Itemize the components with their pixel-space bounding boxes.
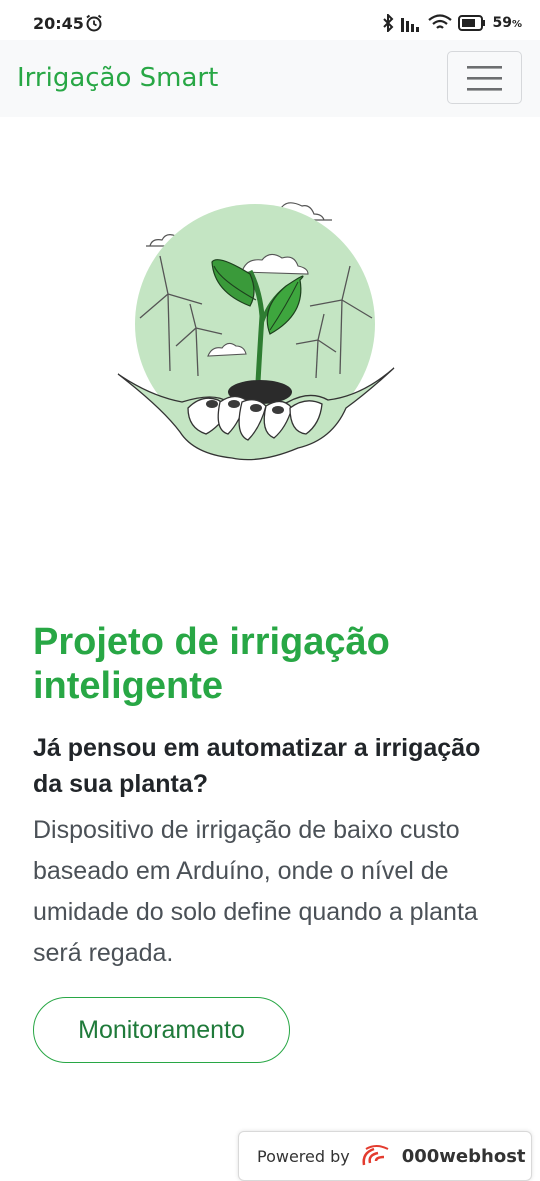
signal-icon (401, 18, 420, 32)
status-time: 20:45 (33, 14, 84, 33)
monitoramento-button[interactable]: Monitoramento (33, 997, 290, 1063)
powered-by-brand: 000webhost (401, 1145, 526, 1167)
navbar: Irrigação Smart (0, 40, 540, 117)
webhost-logo-icon (362, 1145, 389, 1166)
page-description: Dispositivo de irrigação de baixo custo … (33, 816, 478, 967)
alarm-icon (86, 14, 102, 32)
navbar-toggler-button[interactable] (447, 51, 522, 104)
battery-percent: 59% (492, 15, 522, 31)
hero-illustration (117, 202, 395, 461)
powered-by-badge[interactable]: Powered by 000webhost (238, 1131, 532, 1181)
navbar-brand[interactable]: Irrigação Smart (17, 63, 218, 93)
status-icons: 59% (382, 12, 522, 34)
powered-by-label: Powered by (257, 1146, 350, 1166)
page-title: Projeto de irrigação inteligente (33, 621, 390, 707)
battery-icon (458, 15, 486, 31)
bluetooth-icon (383, 14, 394, 32)
wifi-icon (428, 14, 453, 29)
page-subtitle: Já pensou em automatizar a irrigação da … (33, 734, 481, 798)
hamburger-icon (467, 66, 502, 91)
status-bar: 20:45 59% (0, 0, 540, 44)
